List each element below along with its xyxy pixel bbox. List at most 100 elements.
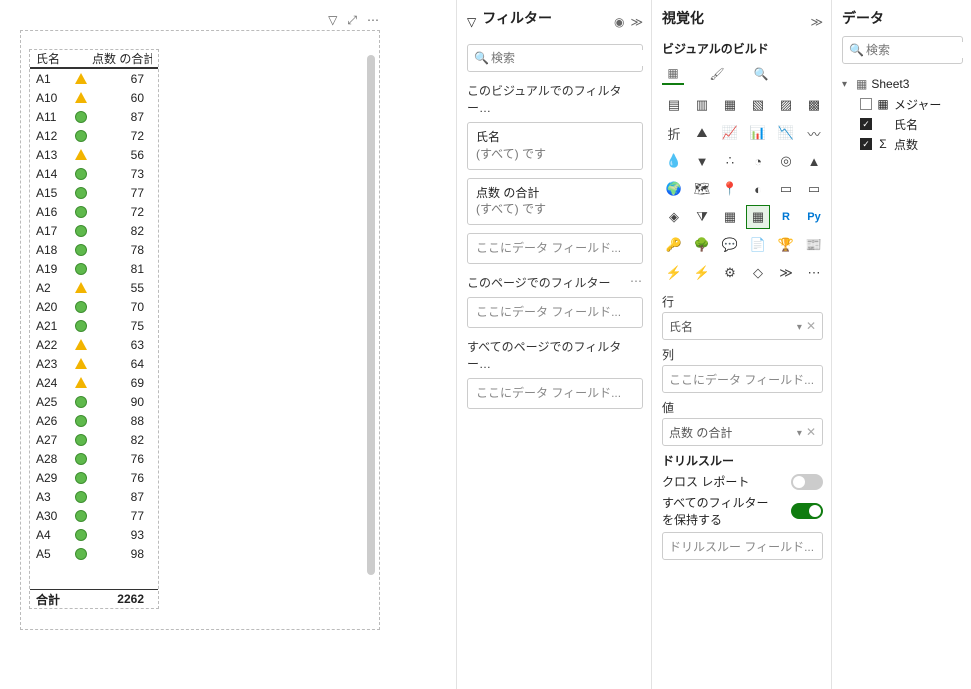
table-row[interactable]: A2175	[30, 316, 158, 335]
remove-field-icon[interactable]: ✕	[806, 319, 816, 333]
field-checkbox[interactable]: ✓	[860, 118, 872, 130]
viz-type-scatter[interactable]: ∴	[718, 149, 742, 173]
data-search[interactable]: 🔍	[842, 36, 963, 64]
rows-well[interactable]: 氏名 ▾✕	[662, 312, 823, 340]
field-checkbox[interactable]	[860, 98, 872, 110]
viz-type-narrative[interactable]: 📄	[746, 233, 770, 257]
columns-well[interactable]: ここにデータ フィールド...	[662, 365, 823, 393]
viz-type-clustered-bar[interactable]: ▦	[718, 93, 742, 117]
viz-type-apps[interactable]: ◇	[746, 261, 770, 285]
table-row[interactable]: A2070	[30, 297, 158, 316]
remove-field-icon[interactable]: ✕	[806, 425, 816, 439]
table-row[interactable]: A1356	[30, 145, 158, 164]
caret-down-icon[interactable]: ▾	[842, 79, 852, 90]
viz-type-r[interactable]: R	[774, 205, 798, 229]
scrollbar-thumb[interactable]	[367, 55, 375, 575]
viz-type-line-column[interactable]: 📊	[746, 121, 770, 145]
viz-type-power-automate[interactable]: ⚡	[690, 261, 714, 285]
filters-search[interactable]: 🔍	[467, 44, 643, 72]
table-row[interactable]: A2469	[30, 373, 158, 392]
filter-dropzone-page[interactable]: ここにデータ フィールド...	[467, 297, 643, 328]
build-visual-tab[interactable]: ▦	[662, 63, 684, 85]
viz-type-clustered-column[interactable]: ▧	[746, 93, 770, 117]
viz-type-100-bar[interactable]: ▨	[774, 93, 798, 117]
viz-type-py[interactable]: Py	[802, 205, 826, 229]
viz-type-stacked-bar[interactable]: ▤	[662, 93, 686, 117]
viz-type-gauge[interactable]: ◐	[746, 177, 770, 201]
table-row[interactable]: A2876	[30, 449, 158, 468]
viz-type-map[interactable]: 🌍	[662, 177, 686, 201]
table-row[interactable]: A2364	[30, 354, 158, 373]
filters-search-input[interactable]	[489, 50, 648, 66]
matrix-visual[interactable]: 氏名 点数 の合計 A167A1060A1187A1272A1356A1473A…	[29, 49, 159, 609]
table-row[interactable]: A2590	[30, 392, 158, 411]
cross-report-toggle[interactable]	[791, 474, 823, 490]
viz-type-more[interactable]: ≫	[774, 261, 798, 285]
visual-filter-icon[interactable]: ▽	[328, 13, 337, 28]
collapse-pane-icon[interactable]: ≫	[630, 15, 643, 29]
table-row[interactable]: A1782	[30, 221, 158, 240]
table-row[interactable]: A167	[30, 69, 158, 88]
viz-type-stacked-column[interactable]: ▥	[690, 93, 714, 117]
visual-more-icon[interactable]: ⋯	[367, 13, 379, 28]
focus-mode-icon[interactable]: ⤢	[347, 13, 357, 28]
viz-type-key-influencers[interactable]: 🔑	[662, 233, 686, 257]
viz-type-ai[interactable]: ⚙	[718, 261, 742, 285]
table-row[interactable]: A3077	[30, 506, 158, 525]
viz-type-goals[interactable]: 🏆	[774, 233, 798, 257]
viz-type-paginated[interactable]: 📰	[802, 233, 826, 257]
values-well[interactable]: 点数 の合計 ▾✕	[662, 418, 823, 446]
table-row[interactable]: A2976	[30, 468, 158, 487]
table-row[interactable]: A1577	[30, 183, 158, 202]
viz-type-ribbon[interactable]: 〰	[802, 121, 826, 145]
table-row[interactable]: A1878	[30, 240, 158, 259]
field-checkbox[interactable]: ✓	[860, 138, 872, 150]
viz-type-table[interactable]: ▦	[718, 205, 742, 229]
viz-type-kpi[interactable]: ◈	[662, 205, 686, 229]
viz-type-pie[interactable]: ◔	[746, 149, 770, 173]
visual-scrollbar[interactable]	[367, 55, 375, 605]
table-row[interactable]: A598	[30, 544, 158, 563]
table-row[interactable]: A1187	[30, 107, 158, 126]
format-visual-tab[interactable]: 🖌	[706, 63, 728, 85]
viz-type-multi-card[interactable]: ▭	[802, 177, 826, 201]
viz-type-ellipsis[interactable]: ⋯	[802, 261, 826, 285]
viz-type-qa[interactable]: 💬	[718, 233, 742, 257]
data-search-input[interactable]	[864, 42, 971, 58]
filter-dropzone-visual[interactable]: ここにデータ フィールド...	[467, 233, 643, 264]
table-row[interactable]: A493	[30, 525, 158, 544]
table-row[interactable]: A387	[30, 487, 158, 506]
table-row[interactable]: A1672	[30, 202, 158, 221]
viz-type-funnel[interactable]: ▼	[690, 149, 714, 173]
table-row[interactable]: A255	[30, 278, 158, 297]
analytics-tab[interactable]: 🔍	[750, 63, 772, 85]
header-name[interactable]: 氏名	[30, 50, 70, 67]
keep-filters-toggle[interactable]	[791, 503, 823, 519]
viz-type-donut[interactable]: ◎	[774, 149, 798, 173]
viz-type-power-apps[interactable]: ⚡	[662, 261, 686, 285]
viz-type-filled-map[interactable]: 🗺	[690, 177, 714, 201]
viz-type-decomposition[interactable]: 🌳	[690, 233, 714, 257]
viz-type-card[interactable]: ▭	[774, 177, 798, 201]
viz-type-line-column2[interactable]: 📉	[774, 121, 798, 145]
filters-page-more-icon[interactable]: ⋯	[630, 274, 643, 291]
viz-type-waterfall[interactable]: 💧	[662, 149, 686, 173]
filter-dropzone-all[interactable]: ここにデータ フィールド...	[467, 378, 643, 409]
table-row[interactable]: A2688	[30, 411, 158, 430]
table-node[interactable]: ▾ ▦ Sheet3	[842, 74, 963, 94]
viz-type-azure-map[interactable]: 📍	[718, 177, 742, 201]
viz-type-matrix[interactable]: ▦	[746, 205, 770, 229]
drillthrough-well[interactable]: ドリルスルー フィールド...	[662, 532, 823, 560]
viz-type-line[interactable]: 折	[662, 121, 686, 145]
field-row[interactable]: ✓氏名	[842, 114, 963, 134]
report-canvas-selection[interactable]: ▽ ⤢ ⋯ 氏名 点数 の合計 A167A1060A1187A1272A1356…	[20, 30, 380, 630]
table-row[interactable]: A2263	[30, 335, 158, 354]
table-row[interactable]: A1981	[30, 259, 158, 278]
chevron-down-icon[interactable]: ▾	[797, 322, 802, 333]
field-row[interactable]: ✓Σ点数	[842, 134, 963, 154]
chevron-down-icon[interactable]: ▾	[797, 428, 802, 439]
viz-type-100-column[interactable]: ▩	[802, 93, 826, 117]
filter-card-name[interactable]: 氏名 (すべて) です	[467, 122, 643, 170]
viz-type-treemap[interactable]: ▲	[802, 149, 826, 173]
matrix-body[interactable]: A167A1060A1187A1272A1356A1473A1577A1672A…	[30, 69, 158, 589]
